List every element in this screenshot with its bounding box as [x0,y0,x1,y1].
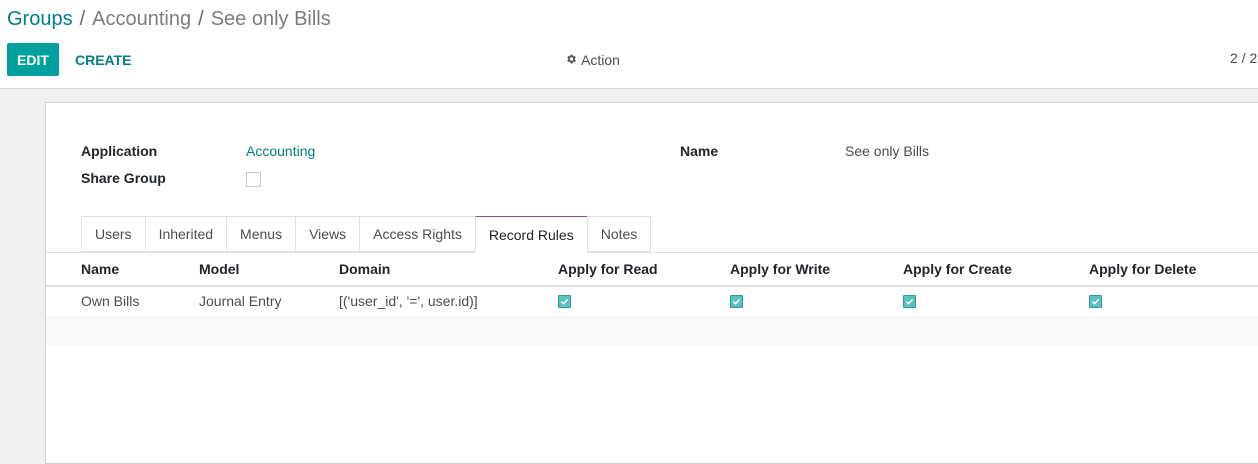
tab-record-rules[interactable]: Record Rules [474,216,587,253]
application-value-link[interactable]: Accounting [246,143,315,159]
name-value: See only Bills [845,143,930,159]
column-header-domain[interactable]: Domain [339,261,390,277]
pager-value[interactable]: 2 / 2 [1230,50,1257,66]
column-header-apply-delete[interactable]: Apply for Delete [1089,261,1196,277]
tab-views[interactable]: Views [295,216,360,252]
control-panel: Groups / Accounting / See only Bills EDIT CR… [0,0,1258,89]
rule-domain-cell[interactable]: [('user_id', '=', user.id)] [339,293,478,309]
checkmark-icon [1091,298,1100,305]
notebook-tabs: Users Inherited Menus Views Access Right… [81,216,652,253]
breadcrumb: Groups / Accounting / See only Bills [7,8,331,31]
breadcrumb-accounting: Accounting [92,8,192,30]
tab-inherited[interactable]: Inherited [144,216,227,252]
empty-table-row [46,316,1258,345]
checkmark-icon [905,298,914,305]
rule-model-cell[interactable]: Journal Entry [199,293,281,309]
share-group-label: Share Group [81,170,166,186]
empty-table-row [46,345,1258,374]
column-header-apply-create[interactable]: Apply for Create [903,261,1012,277]
application-label: Application [81,143,158,159]
form-sheet: Application Accounting Share Group Name … [45,102,1258,464]
action-label: Action [581,51,620,68]
breadcrumb-separator: / [79,8,86,30]
gear-icon [565,52,577,68]
column-header-apply-read[interactable]: Apply for Read [558,261,658,277]
breadcrumb-groups-link[interactable]: Groups [7,8,73,30]
checkmark-icon [732,298,741,305]
apply-read-checkbox[interactable] [558,295,571,308]
action-dropdown[interactable]: Action [565,43,620,76]
tab-users[interactable]: Users [81,216,145,252]
breadcrumb-current: See only Bills [210,8,331,30]
checkmark-icon [560,298,569,305]
column-header-apply-write[interactable]: Apply for Write [730,261,830,277]
column-header-model[interactable]: Model [199,261,239,277]
rule-name-cell[interactable]: Own Bills [81,293,139,309]
edit-button[interactable]: EDIT [7,43,59,76]
breadcrumb-separator: / [198,8,204,30]
share-group-checkbox[interactable] [246,172,261,187]
column-header-name[interactable]: Name [81,261,119,277]
create-button[interactable]: CREATE [67,43,140,76]
tab-menus[interactable]: Menus [226,216,296,252]
tab-access-rights[interactable]: Access Rights [359,216,475,252]
apply-write-checkbox[interactable] [730,295,743,308]
apply-delete-checkbox[interactable] [1089,295,1102,308]
apply-create-checkbox[interactable] [903,295,916,308]
name-label: Name [680,143,719,159]
tab-notes[interactable]: Notes [586,216,652,252]
